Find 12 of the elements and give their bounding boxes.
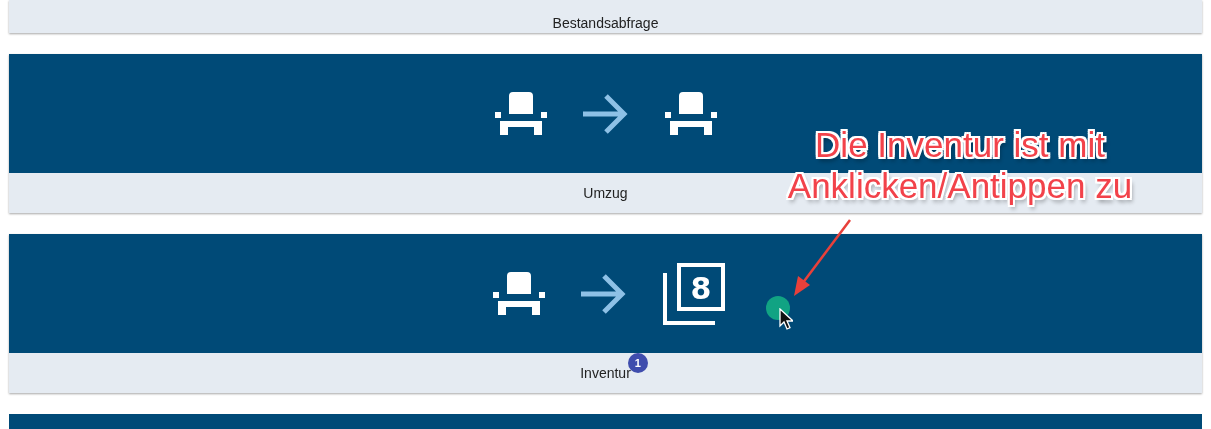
tile-card[interactable]: Bestandsabfrage <box>9 0 1202 33</box>
tile-label: Umzug <box>583 185 628 201</box>
armchair-icon <box>664 91 717 136</box>
tile-label: Bestandsabfrage <box>552 16 659 30</box>
armchair-icon <box>494 91 547 136</box>
tile-card[interactable]: 8 Inventur 1 <box>9 234 1202 393</box>
arrow-right-icon <box>580 272 627 315</box>
armchair-icon <box>492 271 545 316</box>
arrow-right-icon <box>582 92 629 135</box>
mouse-pointer-icon <box>779 308 793 330</box>
tile-card[interactable] <box>9 414 1202 429</box>
annotation-text: Die Inventur ist mit Anklicken/Antippen zu <box>786 124 1134 206</box>
